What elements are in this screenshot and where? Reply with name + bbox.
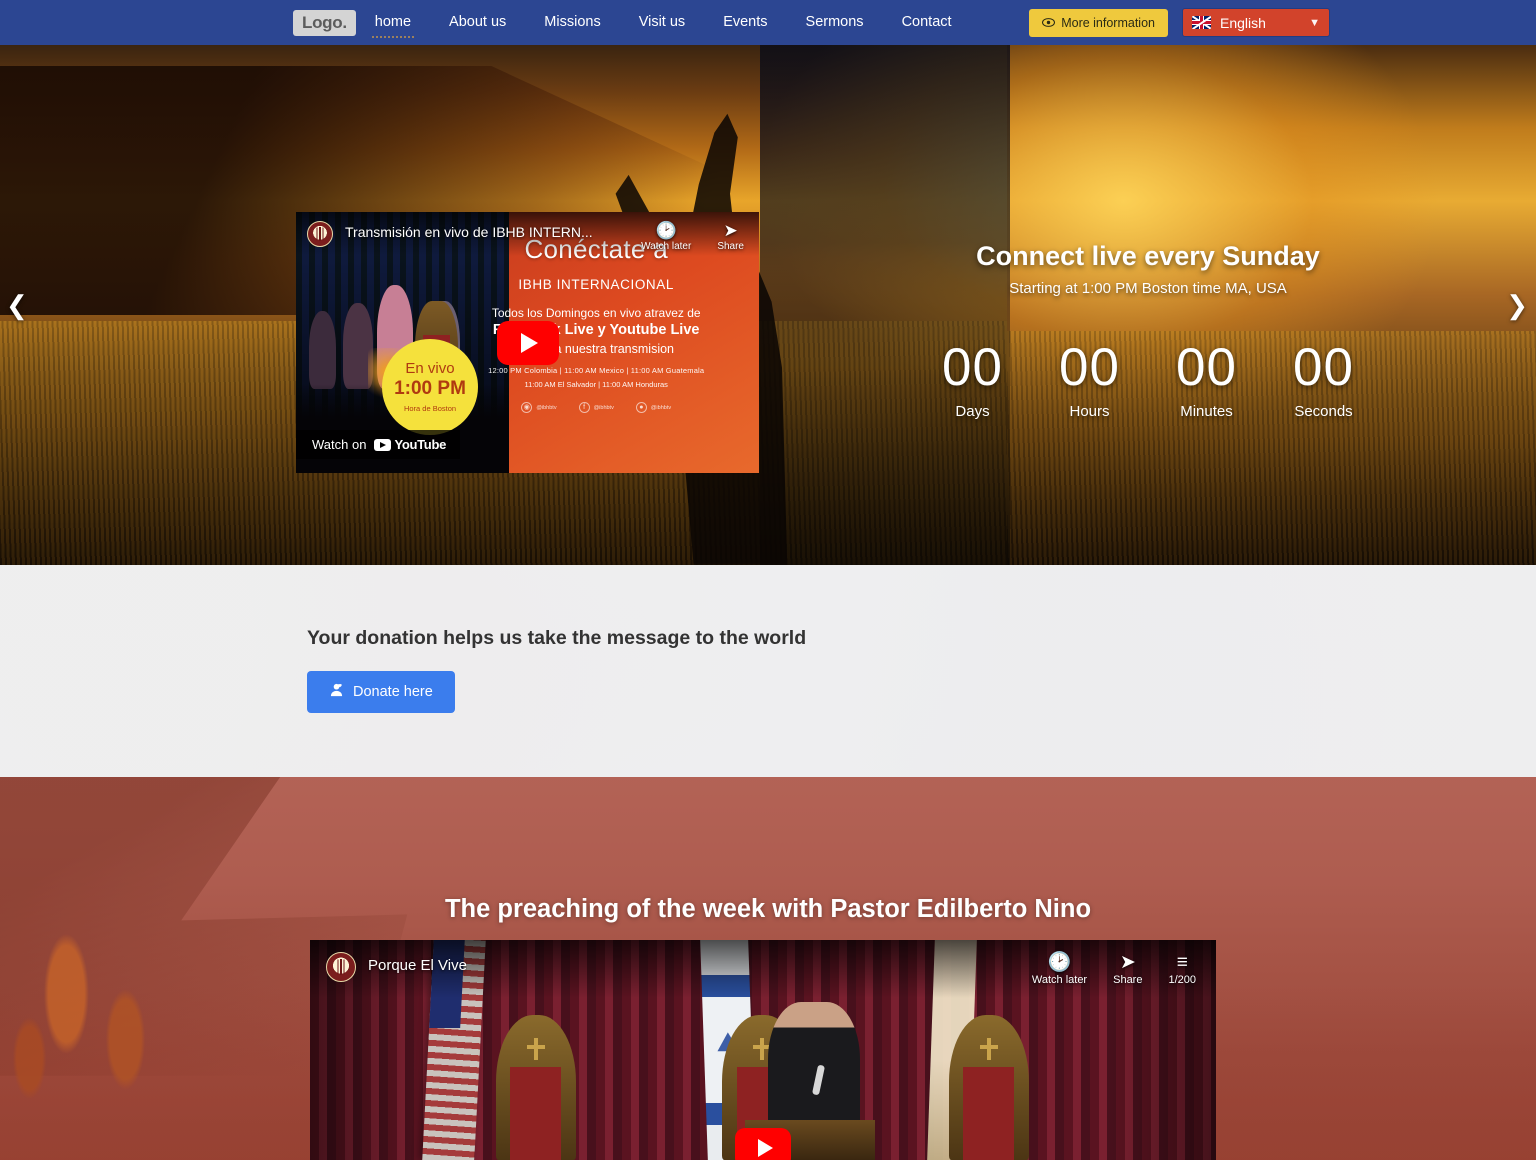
chevron-down-icon: ▼	[1309, 16, 1320, 29]
clock-icon: 🕑	[1047, 952, 1072, 973]
live-badge-line1: En vivo	[405, 360, 455, 378]
live-badge-line2: 1:00 PM	[394, 378, 466, 400]
watch-later-button[interactable]: 🕑 Watch later	[1032, 952, 1087, 986]
countdown-minutes-value: 00	[1176, 338, 1237, 397]
countdown-hours: 00 Hours	[1031, 341, 1148, 420]
live-stream-video-embed[interactable]: Conéctate a IBHB INTERNACIONAL Todos los…	[296, 212, 759, 473]
main-navigation: home About us Missions Visit us Events S…	[356, 0, 971, 45]
countdown-title: Connect live every Sunday	[976, 241, 1320, 271]
watch-later-button[interactable]: 🕑 Watch later	[641, 221, 691, 252]
nav-item-events[interactable]: Events	[708, 0, 782, 45]
countdown-items: 00 Days 00 Hours 00 Minutes 00 Seconds	[760, 341, 1536, 420]
top-navbar: Logo. home About us Missions Visit us Ev…	[0, 0, 1536, 45]
video-title[interactable]: Transmisión en vivo de IBHB INTERN...	[345, 224, 593, 240]
site-logo[interactable]: Logo.	[293, 9, 356, 36]
countdown-days-value: 00	[942, 338, 1003, 397]
live-badge-line3: Hora de Boston	[403, 404, 457, 414]
countdown-days: 00 Days	[914, 341, 1031, 420]
playlist-button[interactable]: ≡ 1/200	[1168, 952, 1196, 986]
countdown-section: Connect live every Sunday Starting at 1:…	[760, 241, 1536, 420]
donate-button-label: Donate here	[353, 684, 433, 700]
countdown-hours-label: Hours	[1069, 403, 1110, 420]
share-button[interactable]: ➤ Share	[717, 221, 744, 252]
navbar-right-group: More information English ▼	[1029, 8, 1330, 37]
preaching-video-top-bar: Porque El Vive 🕑 Watch later ➤ Share ≡ 1…	[310, 940, 1216, 998]
preaching-video-title[interactable]: Porque El Vive	[368, 957, 467, 974]
uk-flag-icon	[1192, 16, 1211, 29]
watch-on-label: Watch on	[312, 437, 367, 452]
preaching-video-embed[interactable]: Porque El Vive 🕑 Watch later ➤ Share ≡ 1…	[310, 940, 1216, 1160]
donation-content: Your donation helps us take the message …	[0, 565, 1536, 713]
video-top-bar: Transmisión en vivo de IBHB INTERN... 🕑 …	[296, 212, 759, 256]
play-button-icon[interactable]	[496, 320, 559, 365]
youtube-brand: YouTube	[394, 437, 447, 452]
share-arrow-icon: ➤	[1119, 952, 1136, 973]
countdown-seconds-value: 00	[1293, 338, 1354, 397]
more-information-button[interactable]: More information	[1029, 8, 1168, 37]
ibhb-logo-icon	[307, 221, 333, 247]
eye-icon	[1042, 16, 1056, 30]
pulpit-chair-right	[948, 1014, 1029, 1160]
nav-item-contact[interactable]: Contact	[887, 0, 967, 45]
countdown-hours-value: 00	[1059, 338, 1120, 397]
more-information-label: More information	[1061, 15, 1155, 30]
language-label: English	[1220, 14, 1266, 31]
pulpit-chair-left	[495, 1014, 576, 1160]
ibhb-logo-icon	[326, 952, 356, 982]
share-arrow-icon: ➤	[723, 221, 738, 240]
donation-title: Your donation helps us take the message …	[307, 627, 807, 649]
nav-item-missions[interactable]: Missions	[529, 0, 615, 45]
playlist-label: 1/200	[1168, 974, 1196, 986]
youtube-logo-icon: YouTube	[374, 437, 446, 452]
person-heart-icon	[329, 683, 344, 701]
countdown-minutes: 00 Minutes	[1148, 341, 1265, 420]
watch-later-label: Watch later	[641, 241, 692, 252]
watch-later-label: Watch later	[1031, 974, 1088, 986]
preaching-video-actions: 🕑 Watch later ➤ Share ≡ 1/200	[1032, 952, 1200, 986]
clock-icon: 🕑	[655, 221, 677, 240]
language-selector[interactable]: English ▼	[1182, 8, 1330, 37]
share-label: Share	[1113, 974, 1143, 986]
share-button[interactable]: ➤ Share	[1113, 952, 1142, 986]
hero-carousel: ❮ ❯ Conéctate a IBHB INTERNACIONAL Todos…	[0, 45, 1536, 565]
nav-item-about-us[interactable]: About us	[434, 0, 521, 45]
countdown-seconds-label: Seconds	[1294, 403, 1353, 420]
donation-section: Your donation helps us take the message …	[0, 565, 1536, 777]
navbar-left-group: Logo. home About us Missions Visit us Ev…	[293, 0, 971, 45]
live-time-badge: En vivo 1:00 PM Hora de Boston	[382, 339, 478, 435]
countdown-days-label: Days	[955, 403, 990, 420]
watch-on-youtube-button[interactable]: Watch on YouTube	[296, 430, 461, 459]
carousel-prev-arrow[interactable]: ❮	[6, 292, 28, 318]
countdown-seconds: 00 Seconds	[1265, 341, 1382, 420]
video-actions: 🕑 Watch later ➤ Share	[641, 221, 748, 252]
countdown-minutes-label: Minutes	[1180, 403, 1233, 420]
countdown-subtitle: Starting at 1:00 PM Boston time MA, USA	[1009, 280, 1287, 297]
play-button-icon[interactable]	[735, 1128, 791, 1160]
nav-item-sermons[interactable]: Sermons	[791, 0, 879, 45]
share-label: Share	[717, 241, 744, 252]
donate-here-button[interactable]: Donate here	[307, 671, 455, 713]
nav-item-home[interactable]: home	[360, 0, 426, 45]
nav-item-visit-us[interactable]: Visit us	[624, 0, 700, 45]
preaching-title: The preaching of the week with Pastor Ed…	[444, 895, 1092, 923]
playlist-icon: ≡	[1176, 952, 1188, 973]
